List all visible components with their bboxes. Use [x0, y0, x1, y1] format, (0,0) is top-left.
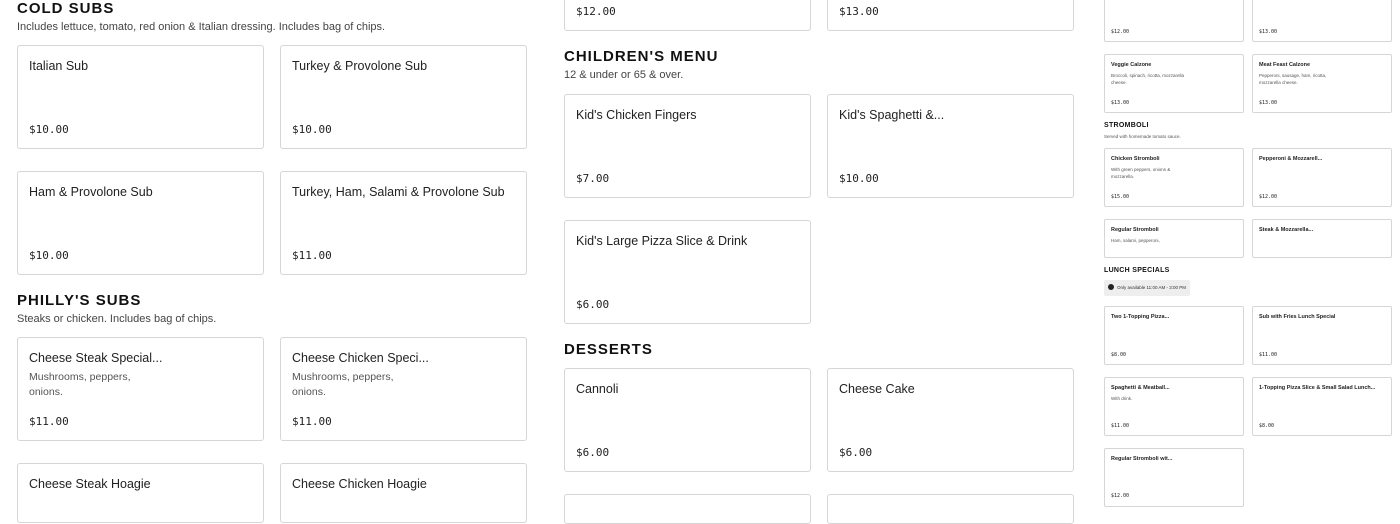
menu-item-card[interactable]: Cheese Chicken Speci... Mushrooms, peppe… — [280, 337, 527, 441]
item-name: Italian Sub — [29, 59, 89, 73]
item-name: Cheese Steak Hoagie — [29, 477, 151, 491]
item-price: $13.00 — [1111, 100, 1130, 106]
item-name: Cheese Steak Special... — [29, 351, 163, 365]
menu-item-card[interactable]: Italian Sub $10.00 — [17, 45, 264, 149]
item-description: With green peppers, onions & mozzarella. — [1111, 167, 1171, 179]
item-name: Cheese Chicken Hoagie — [292, 477, 427, 491]
item-name: Kid's Chicken Fingers — [576, 108, 697, 122]
menu-item-card[interactable]: Regular Stromboli Ham, salami, pepperoni… — [1104, 219, 1244, 258]
item-name: Two 1-Topping Pizza... — [1111, 314, 1170, 320]
item-price: $12.00 — [576, 5, 616, 18]
item-price: $11.00 — [29, 415, 69, 428]
item-price: $12.00 — [1259, 194, 1278, 200]
item-name: Chicken Stromboli — [1111, 156, 1160, 162]
menu-item-card[interactable]: Sub with Fries Lunch Special $11.00 — [1252, 306, 1392, 365]
item-price: $6.00 — [839, 446, 873, 459]
menu-item-card[interactable]: $12.00 — [1104, 0, 1244, 42]
childrens-menu-description: 12 & under or 65 & over. — [564, 69, 684, 81]
item-description: With drink. — [1111, 396, 1133, 401]
item-price: $10.00 — [29, 249, 69, 262]
item-name: Regular Stromboli wit... — [1111, 456, 1173, 462]
item-price: $11.00 — [1111, 423, 1130, 429]
stromboli-description: Served with homemade tomato sauce. — [1104, 134, 1181, 139]
menu-item-card[interactable]: Cheese Steak Hoagie — [17, 463, 264, 523]
phillys-subs-title: PHILLY'S SUBS — [17, 292, 142, 309]
cold-subs-title: COLD SUBS — [17, 0, 115, 17]
item-price: $11.00 — [292, 249, 332, 262]
item-name: Sub with Fries Lunch Special — [1259, 314, 1336, 320]
item-price: $10.00 — [292, 123, 332, 136]
item-price: $13.00 — [1259, 100, 1278, 106]
item-name: Kid's Spaghetti &... — [839, 108, 945, 122]
item-name: Cheese Cake — [839, 382, 915, 396]
menu-item-card[interactable]: Cheese Chicken Hoagie — [280, 463, 527, 523]
item-price: $8.00 — [1111, 352, 1127, 358]
desserts-title: DESSERTS — [564, 341, 653, 358]
item-name: Ham & Provolone Sub — [29, 185, 153, 199]
menu-item-card[interactable] — [564, 494, 811, 524]
menu-item-card[interactable]: Two 1-Topping Pizza... $8.00 — [1104, 306, 1244, 365]
menu-item-card[interactable]: Turkey & Provolone Sub $10.00 — [280, 45, 527, 149]
item-name: Regular Stromboli — [1111, 227, 1159, 233]
item-name: Turkey, Ham, Salami & Provolone Sub — [292, 185, 505, 199]
menu-item-card[interactable]: Steak & Mozzarella... — [1252, 219, 1392, 258]
item-name: Steak & Mozzarella... — [1259, 227, 1314, 233]
item-name: Cheese Chicken Speci... — [292, 351, 429, 365]
menu-item-card[interactable]: Kid's Large Pizza Slice & Drink $6.00 — [564, 220, 811, 324]
menu-item-card[interactable]: Pepperoni & Mozzarell... $12.00 — [1252, 148, 1392, 207]
item-price: $11.00 — [292, 415, 332, 428]
menu-item-card[interactable]: 1-Topping Pizza Slice & Small Salad Lunc… — [1252, 377, 1392, 436]
menu-item-card[interactable]: Meat Feast Calzone Pepperoni, sausage, h… — [1252, 54, 1392, 113]
item-name: Spaghetti & Meatball... — [1111, 385, 1170, 391]
menu-item-card[interactable]: Turkey, Ham, Salami & Provolone Sub $11.… — [280, 171, 527, 275]
item-price: $12.00 — [1111, 29, 1130, 35]
childrens-menu-title: CHILDREN'S MENU — [564, 48, 719, 65]
cold-subs-description: Includes lettuce, tomato, red onion & It… — [17, 21, 386, 33]
menu-item-card[interactable]: Ham & Provolone Sub $10.00 — [17, 171, 264, 275]
item-price: $13.00 — [839, 5, 879, 18]
item-price: $10.00 — [839, 172, 879, 185]
item-price: $15.00 — [1111, 194, 1130, 200]
item-price: $11.00 — [1259, 352, 1278, 358]
item-price: $10.00 — [29, 123, 69, 136]
clock-icon — [1108, 283, 1114, 290]
item-description: Mushrooms, peppers, onions. — [29, 371, 131, 398]
item-description: Pepperoni, sausage, ham, ricotta, mozzar… — [1259, 73, 1327, 85]
item-name: Pepperoni & Mozzarell... — [1259, 156, 1323, 162]
item-name: Veggie Calzone — [1111, 62, 1152, 68]
item-description: Mushrooms, peppers, onions. — [292, 371, 394, 398]
phillys-subs-description: Steaks or chicken. Includes bag of chips… — [17, 313, 217, 325]
item-name: Turkey & Provolone Sub — [292, 59, 428, 73]
menu-item-card[interactable]: $13.00 — [1252, 0, 1392, 42]
item-price: $7.00 — [576, 172, 610, 185]
item-description: Ham, salami, pepperoni, — [1111, 238, 1160, 243]
item-name: Kid's Large Pizza Slice & Drink — [576, 234, 748, 248]
item-price: $8.00 — [1259, 423, 1275, 429]
menu-item-card[interactable]: Cheese Cake $6.00 — [827, 368, 1074, 472]
menu-item-card[interactable]: $12.00 — [564, 0, 811, 31]
menu-item-card[interactable]: Kid's Spaghetti &... $10.00 — [827, 94, 1074, 198]
menu-item-card[interactable]: Kid's Chicken Fingers $7.00 — [564, 94, 811, 198]
menu-item-card[interactable]: Spaghetti & Meatball... With drink. $11.… — [1104, 377, 1244, 436]
menu-item-card[interactable]: Chicken Stromboli With green peppers, on… — [1104, 148, 1244, 207]
menu-item-card[interactable]: Cannoli $6.00 — [564, 368, 811, 472]
menu-item-card[interactable]: $13.00 — [827, 0, 1074, 31]
menu-item-card[interactable]: Cheese Steak Special... Mushrooms, peppe… — [17, 337, 264, 441]
item-price: $13.00 — [1259, 29, 1278, 35]
item-name: 1-Topping Pizza Slice & Small Salad Lunc… — [1259, 385, 1376, 391]
availability-text: Only available 11:00 AM - 3:00 PM — [1117, 285, 1186, 290]
item-price: $6.00 — [576, 446, 610, 459]
stromboli-title: STROMBOLI — [1104, 122, 1149, 129]
item-name: Meat Feast Calzone — [1259, 62, 1311, 68]
lunch-specials-title: LUNCH SPECIALS — [1104, 267, 1170, 274]
item-name: Cannoli — [576, 382, 619, 396]
menu-item-card[interactable]: Regular Stromboli wit... $12.00 — [1104, 448, 1244, 507]
availability-badge: Only available 11:00 AM - 3:00 PM — [1104, 280, 1190, 296]
menu-item-card[interactable]: Veggie Calzone Broccoli, spinach, ricott… — [1104, 54, 1244, 113]
item-price: $12.00 — [1111, 493, 1130, 499]
item-price: $6.00 — [576, 298, 610, 311]
item-description: Broccoli, spinach, ricotta, mozzarella c… — [1111, 73, 1185, 85]
menu-item-card[interactable] — [827, 494, 1074, 524]
